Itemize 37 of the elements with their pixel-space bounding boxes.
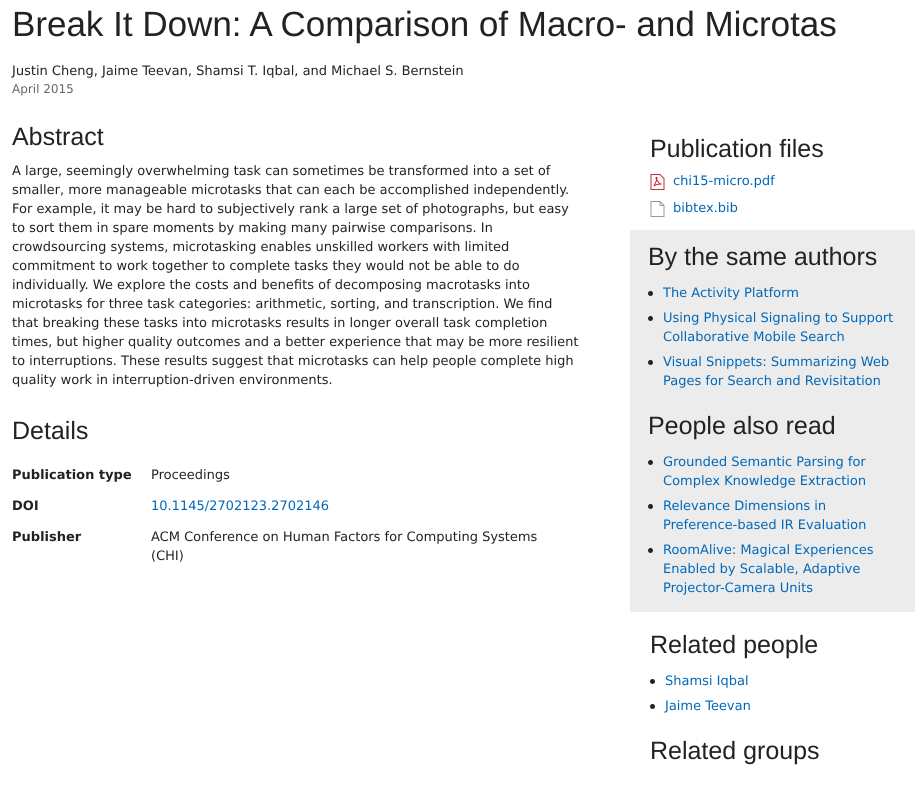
bullet-icon: [648, 460, 653, 465]
related-link[interactable]: Relevance Dimensions in Preference-based IR Evaluation: [663, 497, 897, 535]
detail-value: Proceedings: [151, 467, 231, 485]
section-heading: By the same authors: [648, 242, 878, 272]
section-heading: People also read: [648, 411, 837, 441]
abstract-text: A large, seemingly overwhelming task can sometimes be transformed into a set of smaller, more manageable microtasks that can each be accomplished independently. For example, it may be hard to subjectively rank a large set of photographs, but easy to sort them in spare moments by making many pairwise comparisons. In crowdsourcing systems, microtasking enables unskilled workers with limited commitment to work together to complete tasks they would not be able to do individually. We explore the costs and benefits of decomposing macrotasks into microtasks for three task categories: arithmetic, sorting, and transcription. We find that breaking these tasks into microtasks results in longer overall task completion times, but higher quality outcomes and a better experience that may be more resilient to interruptions. These results suggest that microtasks can help people complete high quality work in interruption-driven environments.: [12, 163, 580, 390]
bullet-icon: [648, 291, 653, 296]
detail-label: DOI: [12, 498, 40, 516]
file-icon: [650, 200, 665, 216]
section-heading: Related people: [650, 630, 820, 660]
detail-value: ACM Conference on Human Factors for Computing Systems (CHI): [151, 529, 538, 566]
related-link[interactable]: Jaime Teevan: [665, 697, 751, 716]
file-link[interactable]: bibtex.bib: [673, 199, 738, 218]
detail-label: Publisher: [12, 529, 82, 547]
bullet-icon: [650, 679, 655, 684]
related-link[interactable]: The Activity Platform: [663, 284, 799, 303]
pdf-file-icon: [650, 174, 665, 190]
file-link[interactable]: chi15-micro.pdf: [673, 172, 775, 191]
bullet-icon: [648, 548, 653, 553]
bullet-icon: [648, 360, 653, 365]
related-link[interactable]: RoomAlive: Magical Experiences Enabled by Scalable, Adaptive Projector-Camera Units: [663, 541, 897, 598]
related-link[interactable]: Grounded Semantic Parsing for Complex Knowledge Extraction: [663, 453, 897, 491]
section-heading: Publication files: [650, 134, 825, 164]
section-heading: Details: [12, 416, 90, 446]
authors: Justin Cheng, Jaime Teevan, Shamsi T. Iqbal, and Michael S. Bernstein: [10, 63, 465, 79]
page-title: Break It Down: A Comparison of Macro- and Microtas: [11, 4, 838, 46]
bullet-icon: [648, 504, 653, 509]
section-heading: Related groups: [650, 736, 821, 766]
publication-date: April 2015: [11, 81, 75, 96]
doi-link[interactable]: 10.1145/2702123.2702146: [151, 497, 547, 516]
detail-label: Publication type: [12, 467, 133, 485]
section-heading: Abstract: [12, 122, 105, 152]
bullet-icon: [648, 316, 653, 321]
related-link[interactable]: Using Physical Signaling to Support Collaborative Mobile Search: [663, 309, 897, 347]
related-link[interactable]: Visual Snippets: Summarizing Web Pages for Search and Revisitation: [663, 353, 897, 391]
related-link[interactable]: Shamsi Iqbal: [665, 672, 749, 691]
bullet-icon: [650, 704, 655, 709]
